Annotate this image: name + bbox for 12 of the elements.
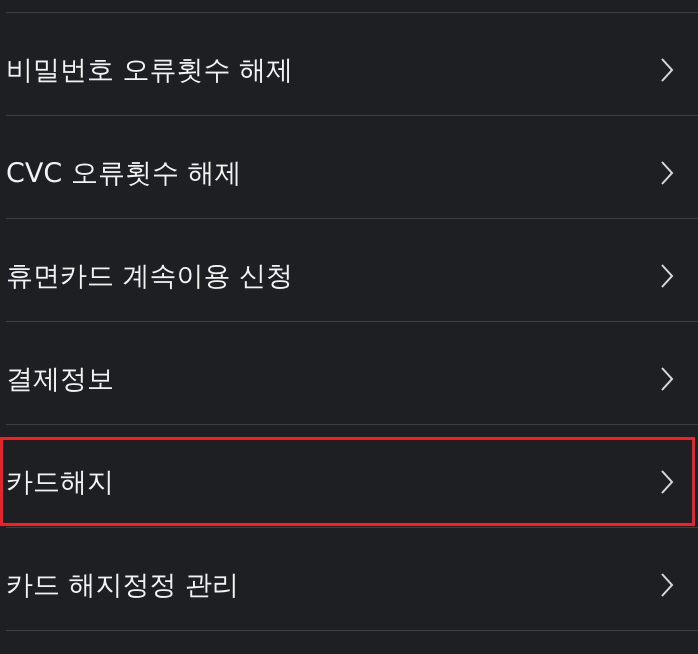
chevron-right-icon (660, 572, 674, 598)
menu-item[interactable]: 비밀번호 오류횟수 해제 (0, 25, 695, 114)
menu-item[interactable]: 결제정보 (0, 334, 695, 423)
chevron-right-icon (660, 468, 674, 494)
chevron-right-icon (660, 366, 674, 392)
chevron-right-icon (660, 56, 674, 82)
menu-item[interactable]: 카드해지 (0, 437, 695, 526)
menu-item[interactable]: 카드 해지정정 관리 (0, 540, 695, 629)
chevron-right-icon (660, 262, 674, 288)
menu-item[interactable]: CVC 오류횟수 해제 (0, 128, 695, 217)
menu-item[interactable]: 휴면카드 계속이용 신청 (0, 231, 695, 320)
chevron-right-icon (660, 160, 674, 186)
